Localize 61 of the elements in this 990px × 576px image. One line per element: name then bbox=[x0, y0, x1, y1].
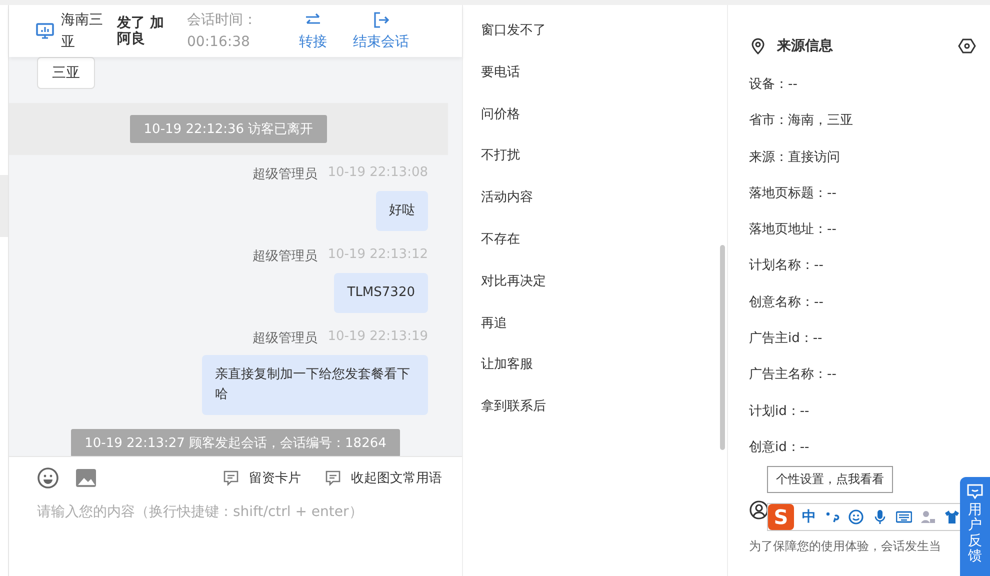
quick-reply-item[interactable]: 窗口发不了 bbox=[463, 21, 727, 63]
notice-text: 为了保障您的使用体验，会话发生当 bbox=[749, 538, 942, 556]
input-mode-toggle[interactable]: 中 bbox=[802, 508, 816, 526]
image-icon[interactable] bbox=[75, 467, 97, 489]
quick-reply-item[interactable]: 不存在 bbox=[463, 230, 727, 272]
quick-reply-item[interactable]: 问价格 bbox=[463, 104, 727, 146]
monitor-icon bbox=[35, 21, 55, 41]
transfer-button[interactable]: 转接 bbox=[289, 11, 337, 51]
feedback-tab[interactable]: 用户反馈 bbox=[960, 477, 990, 576]
text-button[interactable]: 收起图文常用语 bbox=[317, 469, 442, 487]
timer-label: 会话时间： bbox=[187, 11, 258, 30]
location-pin-icon bbox=[749, 37, 767, 55]
exit-icon bbox=[372, 11, 390, 29]
agent-message: TLMS7320 bbox=[334, 273, 428, 313]
user-circle-icon bbox=[749, 500, 769, 520]
session-timer: 00:16:38 bbox=[187, 33, 251, 52]
quick-reply-item[interactable]: 再追 bbox=[463, 314, 727, 356]
info-field: 广告主id：-- bbox=[749, 331, 822, 346]
visitor-name: 发了 加阿良 bbox=[117, 15, 165, 47]
message-icon bbox=[325, 470, 341, 486]
microphone-icon[interactable] bbox=[872, 509, 888, 525]
visitor-message: 三亚 bbox=[37, 57, 95, 89]
info-field: 落地页标题：-- bbox=[749, 186, 836, 201]
info-field: 创意名称：-- bbox=[749, 294, 824, 310]
message-icon bbox=[223, 470, 239, 486]
section-title: 来源信息 bbox=[777, 37, 833, 55]
quick-reply-item[interactable]: 不打扰 bbox=[463, 146, 727, 188]
quick-reply-item[interactable]: 拿到联系后 bbox=[463, 397, 727, 439]
message-time: 10-19 22:13:12 bbox=[328, 247, 428, 264]
emoji-icon[interactable] bbox=[848, 509, 864, 525]
shirt-icon[interactable] bbox=[944, 509, 960, 525]
agent-message: 好哒 bbox=[376, 191, 428, 231]
message-time: 10-19 22:13:08 bbox=[328, 165, 428, 182]
quick-reply-item[interactable]: 要电话 bbox=[463, 62, 727, 105]
system-notice: 10-19 22:13:27 顾客发起会话，会话编号：18264 bbox=[70, 429, 400, 456]
quick-reply-item[interactable]: 活动内容 bbox=[463, 188, 727, 230]
info-field: 创意id：-- bbox=[749, 440, 810, 455]
end-session-button[interactable]: 结束会话 bbox=[343, 11, 419, 51]
sender-name: 超级管理员 bbox=[252, 330, 318, 347]
quick-reply-item[interactable]: 对比再决定 bbox=[463, 272, 727, 314]
info-field: 来源：直接访问 bbox=[749, 150, 840, 165]
keyboard-icon[interactable] bbox=[896, 509, 912, 525]
sender-name: 超级管理员 bbox=[252, 248, 318, 265]
tooltip: 个性设置，点我看看 bbox=[767, 466, 893, 493]
info-field: 设备：-- bbox=[749, 77, 798, 92]
agent-message: 亲直接复制加一下给您发套餐看下哈 bbox=[202, 355, 428, 415]
message-icon bbox=[966, 483, 984, 501]
sender-name: 超级管理员 bbox=[252, 166, 318, 183]
visitor-location: 海南三亚 bbox=[61, 11, 104, 52]
system-notice: 10-19 22:12:36 访客已离开 bbox=[130, 115, 328, 143]
info-field: 广告主名称：-- bbox=[749, 367, 836, 382]
text-button[interactable]: 留资卡片 bbox=[215, 469, 301, 487]
info-field: 计划id：-- bbox=[749, 404, 810, 419]
info-field: 计划名称：-- bbox=[749, 258, 824, 274]
settings-icon[interactable] bbox=[958, 37, 976, 55]
quick-reply-item[interactable]: 让加客服 bbox=[463, 355, 727, 398]
ime-logo[interactable]: S bbox=[768, 504, 794, 530]
emoji-icon[interactable] bbox=[37, 467, 59, 489]
info-field: 落地页地址：-- bbox=[749, 222, 836, 238]
message-time: 10-19 22:13:19 bbox=[328, 329, 428, 346]
info-field: 省市：海南，三亚 bbox=[749, 113, 853, 128]
